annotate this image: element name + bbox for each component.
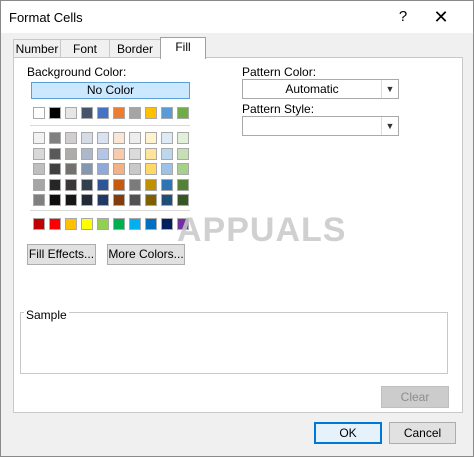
background-color-label: Background Color: — [27, 65, 127, 79]
theme-shade-swatch[interactable] — [177, 194, 189, 206]
theme-shade-swatch[interactable] — [33, 194, 45, 206]
theme-shade-swatch[interactable] — [161, 194, 173, 206]
theme-shade-swatch[interactable] — [33, 163, 45, 175]
dialog-title: Format Cells — [9, 10, 83, 25]
theme-shade-swatch[interactable] — [177, 147, 189, 160]
theme-shade-swatch[interactable] — [81, 147, 93, 160]
standard-color-swatch[interactable] — [113, 218, 125, 230]
help-icon[interactable]: ? — [393, 7, 413, 27]
theme-shade-swatch[interactable] — [97, 178, 109, 191]
sample-preview — [20, 312, 448, 374]
theme-shade-swatch[interactable] — [49, 194, 61, 206]
title-bar: Format Cells ? ✕ — [1, 1, 473, 33]
theme-shade-swatch[interactable] — [81, 194, 93, 206]
theme-shade-swatch[interactable] — [113, 178, 125, 191]
theme-shade-swatch[interactable] — [33, 147, 45, 160]
theme-shade-swatch[interactable] — [177, 163, 189, 175]
cancel-button[interactable]: Cancel — [389, 422, 456, 444]
theme-shade-swatch[interactable] — [65, 147, 77, 160]
theme-shade-swatch[interactable] — [97, 132, 109, 144]
theme-shade-swatch[interactable] — [81, 163, 93, 175]
theme-shade-swatch[interactable] — [145, 194, 157, 206]
theme-color-swatch[interactable] — [81, 107, 93, 119]
theme-color-swatch[interactable] — [129, 107, 141, 119]
standard-color-swatch[interactable] — [49, 218, 61, 230]
theme-shade-swatch[interactable] — [65, 194, 77, 206]
theme-shade-swatch[interactable] — [113, 194, 125, 206]
theme-shade-swatch[interactable] — [145, 163, 157, 175]
theme-shade-swatch[interactable] — [113, 163, 125, 175]
theme-shade-swatch[interactable] — [49, 178, 61, 191]
pattern-color-value: Automatic — [285, 82, 339, 96]
theme-shade-swatch[interactable] — [65, 163, 77, 175]
pattern-color-label: Pattern Color: — [242, 65, 317, 79]
more-colors-button[interactable]: More Colors... — [107, 244, 185, 265]
format-cells-dialog: Format Cells ? ✕ Number Font Border Fill… — [0, 0, 474, 457]
standard-color-swatch[interactable] — [161, 218, 173, 230]
theme-shade-swatch[interactable] — [129, 147, 141, 160]
palette-divider — [30, 125, 190, 126]
tab-fill[interactable]: Fill — [160, 37, 206, 59]
theme-color-swatch[interactable] — [49, 107, 61, 119]
theme-shade-swatch[interactable] — [161, 147, 173, 160]
theme-shade-swatch[interactable] — [129, 178, 141, 191]
standard-color-swatch[interactable] — [65, 218, 77, 230]
ok-button[interactable]: OK — [314, 422, 382, 444]
palette-divider — [30, 210, 190, 211]
fill-effects-button[interactable]: Fill Effects... — [27, 244, 96, 265]
theme-shade-swatch[interactable] — [65, 178, 77, 191]
theme-color-swatch[interactable] — [65, 107, 77, 119]
sample-label: Sample — [24, 308, 69, 322]
pattern-color-dropdown[interactable]: Automatic ▼ — [242, 79, 399, 99]
theme-color-swatch[interactable] — [177, 107, 189, 119]
theme-color-swatch[interactable] — [145, 107, 157, 119]
theme-shade-swatch[interactable] — [97, 194, 109, 206]
standard-color-swatch[interactable] — [145, 218, 157, 230]
standard-color-swatch[interactable] — [97, 218, 109, 230]
theme-color-swatch[interactable] — [33, 107, 45, 119]
theme-color-swatch[interactable] — [113, 107, 125, 119]
pattern-style-dropdown[interactable]: ▼ — [242, 116, 399, 136]
standard-color-swatch[interactable] — [33, 218, 45, 230]
tab-border[interactable]: Border — [109, 39, 161, 58]
theme-shade-swatch[interactable] — [97, 163, 109, 175]
tab-font[interactable]: Font — [60, 39, 110, 58]
no-color-button[interactable]: No Color — [31, 82, 190, 99]
theme-shade-swatch[interactable] — [49, 163, 61, 175]
theme-color-swatch[interactable] — [161, 107, 173, 119]
theme-shade-swatch[interactable] — [113, 132, 125, 144]
theme-shade-swatch[interactable] — [145, 178, 157, 191]
pattern-style-label: Pattern Style: — [242, 102, 315, 116]
theme-shade-swatch[interactable] — [145, 132, 157, 144]
chevron-down-icon: ▼ — [381, 80, 398, 98]
theme-shade-swatch[interactable] — [129, 163, 141, 175]
theme-shade-swatch[interactable] — [161, 178, 173, 191]
theme-shade-swatch[interactable] — [97, 147, 109, 160]
theme-shade-swatch[interactable] — [33, 132, 45, 144]
theme-shade-swatch[interactable] — [161, 163, 173, 175]
standard-color-swatch[interactable] — [81, 218, 93, 230]
theme-shade-swatch[interactable] — [129, 132, 141, 144]
theme-shade-swatch[interactable] — [129, 194, 141, 206]
chevron-down-icon: ▼ — [381, 117, 398, 135]
tab-number[interactable]: Number — [13, 39, 61, 58]
clear-button[interactable]: Clear — [381, 386, 449, 408]
theme-shade-swatch[interactable] — [161, 132, 173, 144]
theme-shade-swatch[interactable] — [65, 132, 77, 144]
theme-shade-swatch[interactable] — [177, 132, 189, 144]
standard-color-swatch[interactable] — [129, 218, 141, 230]
theme-shade-swatch[interactable] — [113, 147, 125, 160]
theme-shade-swatch[interactable] — [33, 178, 45, 191]
theme-color-swatch[interactable] — [97, 107, 109, 119]
theme-shade-swatch[interactable] — [81, 132, 93, 144]
theme-shade-swatch[interactable] — [49, 147, 61, 160]
theme-shade-swatch[interactable] — [145, 147, 157, 160]
theme-shade-swatch[interactable] — [81, 178, 93, 191]
theme-shade-swatch[interactable] — [49, 132, 61, 144]
close-icon[interactable]: ✕ — [431, 7, 451, 27]
watermark-logo: APPUALS — [177, 211, 347, 249]
theme-shade-swatch[interactable] — [177, 178, 189, 191]
